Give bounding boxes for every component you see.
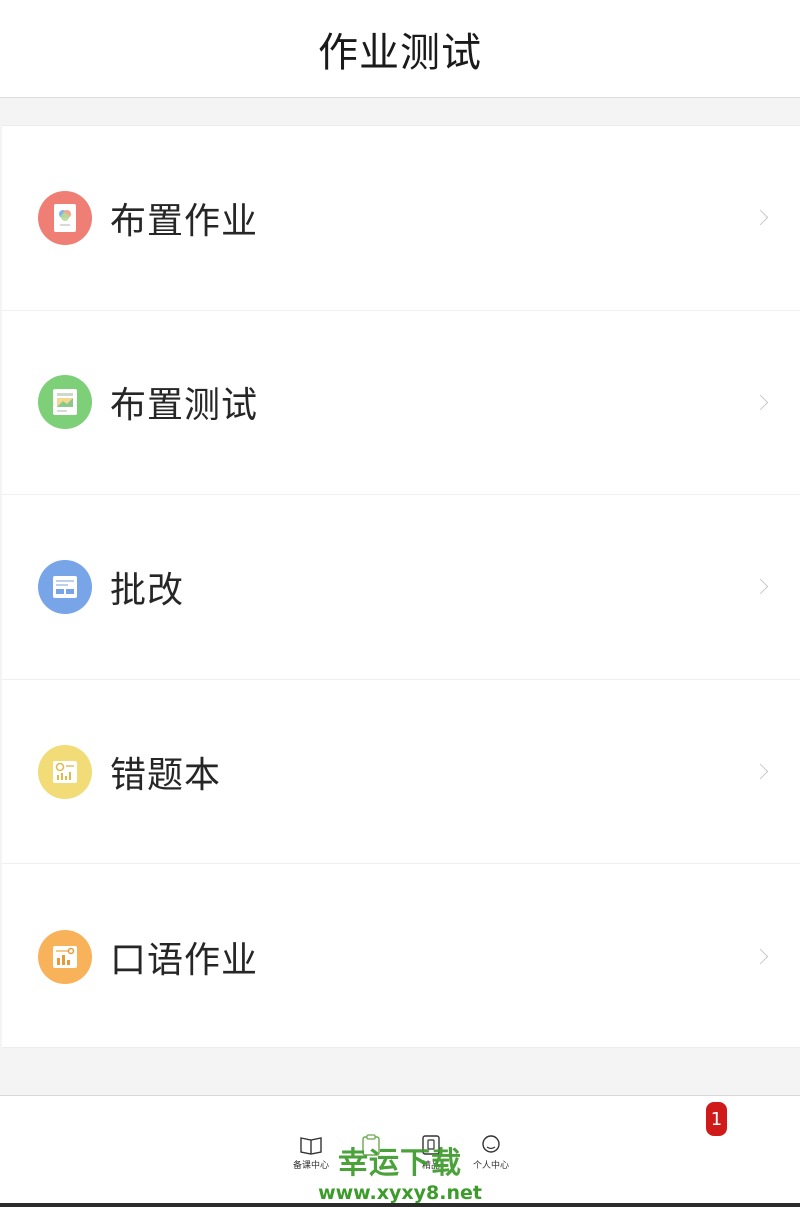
mistake-book-icon [38, 744, 92, 799]
menu-item-assign-test[interactable]: 布置测试 [2, 311, 800, 496]
assign-test-icon [38, 375, 92, 430]
menu-item-label: 布置测试 [110, 385, 259, 427]
menu-item-label: 批改 [110, 569, 185, 611]
grading-icon [38, 559, 92, 614]
chevron-right-icon [752, 763, 769, 780]
page-title: 作业测试 [318, 29, 482, 76]
notification-badge: 1 [706, 1102, 727, 1136]
menu-list: 布置作业 布置测试 批改 错题本 口语作业 [2, 125, 800, 1048]
assign-homework-icon [38, 190, 92, 245]
menu-item-mistake-book[interactable]: 错题本 [2, 680, 800, 865]
menu-item-label: 错题本 [110, 754, 222, 796]
chevron-right-icon [752, 948, 769, 965]
chevron-right-icon [752, 394, 769, 411]
bottom-edge [0, 1203, 800, 1207]
menu-item-label: 布置作业 [110, 200, 259, 242]
menu-item-oral-homework[interactable]: 口语作业 [2, 864, 800, 1049]
watermark: 幸运下载 www.xyxy8.net [300, 1138, 500, 1204]
menu-item-assign-homework[interactable]: 布置作业 [2, 126, 800, 311]
menu-item-label: 口语作业 [110, 939, 259, 981]
footer-spacer [0, 1048, 800, 1095]
oral-homework-icon [38, 929, 92, 984]
top-bar: 作业测试 [0, 0, 800, 98]
watermark-url: www.xyxy8.net [318, 1182, 482, 1204]
chevron-right-icon [752, 210, 769, 226]
watermark-title: 幸运下载 [338, 1146, 462, 1181]
chevron-right-icon [752, 579, 769, 595]
menu-item-grading[interactable]: 批改 [2, 495, 800, 680]
